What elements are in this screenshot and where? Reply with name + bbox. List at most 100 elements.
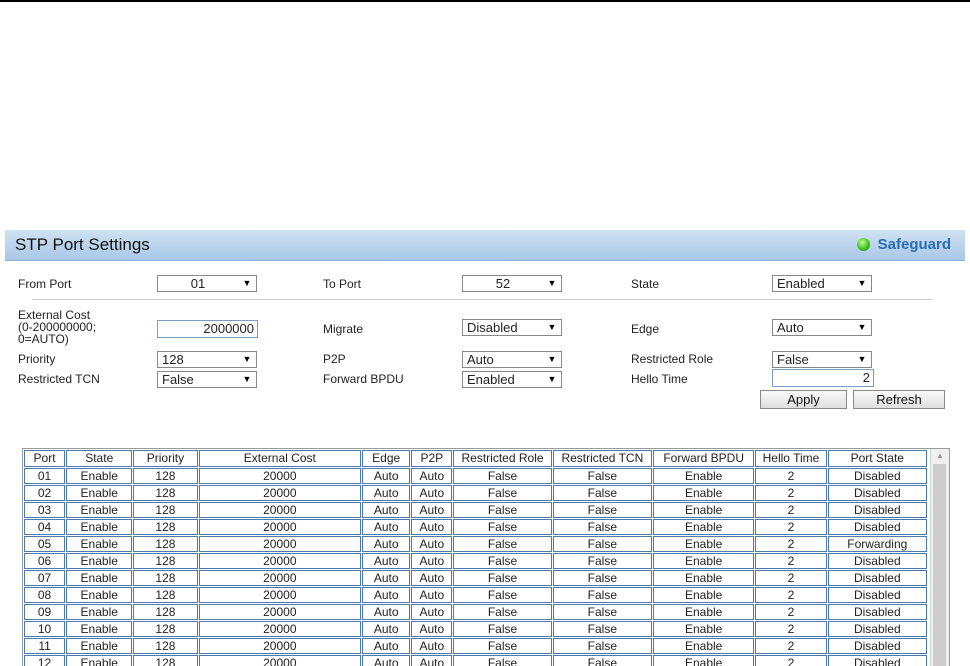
- table-cell: Enable: [66, 604, 133, 620]
- panel-title: STP Port Settings: [15, 235, 150, 254]
- apply-button[interactable]: Apply: [760, 390, 847, 409]
- table-cell: False: [552, 570, 653, 586]
- table-row: 04 Enable 128 20000 Auto Auto False False Enable…: [24, 519, 927, 535]
- table-cell: False: [552, 553, 653, 569]
- hello-time-input[interactable]: 2: [772, 369, 874, 387]
- table-cell: Auto: [362, 638, 411, 654]
- column-header: External Cost: [198, 450, 362, 467]
- table-cell: Auto: [362, 655, 411, 666]
- table-cell: 2: [755, 485, 827, 501]
- table-cell: False: [552, 638, 653, 654]
- scroll-up-arrow-icon[interactable]: ▲: [931, 451, 949, 460]
- external-cost-input[interactable]: 2000000: [157, 320, 258, 338]
- top-divider: [0, 0, 970, 2]
- table-cell: Enable: [653, 485, 755, 501]
- table-cell: Auto: [411, 621, 453, 637]
- table-cell: 20000: [198, 553, 362, 569]
- table-row: 03 Enable 128 20000 Auto Auto False False Enable…: [24, 502, 927, 518]
- table-cell: False: [552, 655, 653, 666]
- table-cell: Enable: [66, 553, 133, 569]
- priority-label: Priority: [18, 352, 56, 366]
- table-cell: 03: [24, 502, 66, 518]
- table-cell: Forwarding: [827, 536, 927, 552]
- table-cell: 06: [24, 553, 66, 569]
- table-cell: 09: [24, 604, 66, 620]
- table-cell: Auto: [411, 604, 453, 620]
- table-cell: False: [552, 587, 653, 603]
- edge-value: Auto: [777, 320, 804, 335]
- state-select[interactable]: Enabled ▼: [772, 275, 872, 292]
- dropdown-arrow-icon: ▼: [547, 374, 557, 384]
- table-cell: 128: [133, 519, 198, 535]
- migrate-label: Migrate: [323, 322, 364, 336]
- safeguard-label: Safeguard: [877, 236, 951, 253]
- table-row: 11 Enable 128 20000 Auto Auto False False Enable…: [24, 638, 927, 654]
- column-header: Restricted Role: [453, 450, 552, 467]
- table-cell: 2: [755, 570, 827, 586]
- edge-select[interactable]: Auto ▼: [772, 319, 872, 336]
- table-cell: Auto: [411, 587, 453, 603]
- column-header: Hello Time: [755, 450, 827, 467]
- from-port-value: 01: [190, 276, 206, 291]
- restricted-tcn-select[interactable]: False ▼: [157, 371, 257, 388]
- safeguard-status: Safeguard: [856, 236, 951, 253]
- external-cost-auto-label: 0=AUTO): [18, 332, 69, 346]
- table-cell: Auto: [362, 468, 411, 484]
- from-port-select[interactable]: 01 ▼: [157, 275, 257, 292]
- dropdown-arrow-icon: ▼: [857, 322, 867, 332]
- table-scrollbar[interactable]: ▲: [930, 449, 949, 666]
- scrollbar-thumb[interactable]: [933, 464, 946, 666]
- migrate-value: Disabled: [467, 320, 518, 335]
- table-cell: Disabled: [827, 570, 927, 586]
- table-cell: Enable: [66, 502, 133, 518]
- table-cell: 20000: [198, 485, 362, 501]
- table-cell: False: [453, 485, 552, 501]
- table-cell: Enable: [66, 570, 133, 586]
- migrate-select[interactable]: Disabled ▼: [462, 319, 562, 336]
- table-cell: False: [453, 536, 552, 552]
- table-cell: Auto: [362, 502, 411, 518]
- table-cell: Enable: [653, 638, 755, 654]
- table-row: 06 Enable 128 20000 Auto Auto False False Enable…: [24, 553, 927, 569]
- column-header: Port: [24, 450, 66, 467]
- table-cell: Auto: [411, 502, 453, 518]
- table-cell: Disabled: [827, 655, 927, 666]
- table-cell: 128: [133, 468, 198, 484]
- table-cell: 07: [24, 570, 66, 586]
- table-cell: False: [453, 519, 552, 535]
- table-row: 02 Enable 128 20000 Auto Auto False False Enable…: [24, 485, 927, 501]
- refresh-button[interactable]: Refresh: [853, 390, 945, 409]
- table-header-row: Port State Priority External Cost Edge P2P Res…: [24, 450, 927, 467]
- table-cell: False: [552, 536, 653, 552]
- table-cell: False: [552, 604, 653, 620]
- table-cell: Disabled: [827, 621, 927, 637]
- port-table-container: Port State Priority External Cost Edge P2P Res…: [22, 448, 950, 666]
- table-cell: 2: [755, 536, 827, 552]
- p2p-select[interactable]: Auto ▼: [462, 351, 562, 368]
- table-cell: Auto: [362, 621, 411, 637]
- table-cell: 128: [133, 536, 198, 552]
- priority-select[interactable]: 128 ▼: [157, 351, 257, 368]
- table-cell: 128: [133, 655, 198, 666]
- table-row: 05 Enable 128 20000 Auto Auto False False Enable…: [24, 536, 927, 552]
- table-cell: False: [453, 587, 552, 603]
- table-cell: False: [453, 502, 552, 518]
- table-cell: Auto: [411, 655, 453, 666]
- table-cell: False: [453, 621, 552, 637]
- table-cell: Auto: [362, 485, 411, 501]
- column-header: State: [66, 450, 133, 467]
- panel-title-bar: STP Port Settings Safeguard: [5, 230, 965, 261]
- forward-bpdu-label: Forward BPDU: [323, 372, 404, 386]
- table-cell: Enable: [653, 604, 755, 620]
- edge-label: Edge: [631, 322, 660, 336]
- restricted-role-select[interactable]: False ▼: [772, 351, 872, 368]
- to-port-select[interactable]: 52 ▼: [462, 275, 562, 292]
- table-row: 12 Enable 128 20000 Auto Auto False False Enable…: [24, 655, 927, 666]
- dropdown-arrow-icon: ▼: [242, 278, 252, 288]
- table-cell: Auto: [411, 638, 453, 654]
- forward-bpdu-select[interactable]: Enabled ▼: [462, 371, 562, 388]
- state-value: Enabled: [777, 276, 825, 291]
- column-header: P2P: [411, 450, 453, 467]
- to-port-value: 52: [495, 276, 511, 291]
- table-cell: 128: [133, 604, 198, 620]
